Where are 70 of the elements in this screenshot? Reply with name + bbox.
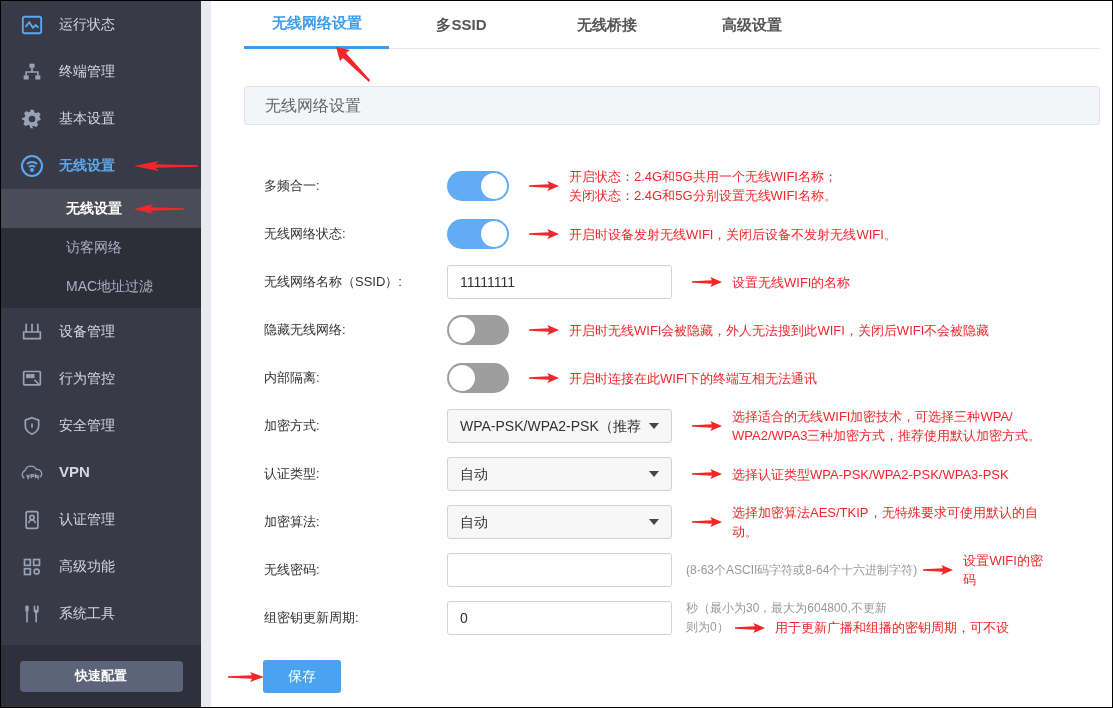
annotation-text: 选择加密算法AES/TKIP，无特殊要求可使用默认的自 动。 xyxy=(732,504,1038,541)
field-label: 组密钥更新周期: xyxy=(263,609,360,628)
field-label: 无线密码: xyxy=(263,561,321,580)
field-label: 多频合一: xyxy=(263,177,321,196)
tab[interactable]: 高级设置 xyxy=(679,1,824,49)
arrow-icon xyxy=(529,229,559,239)
caret-icon xyxy=(649,471,659,477)
arrow-icon xyxy=(529,181,559,191)
arrow-icon xyxy=(923,565,954,575)
sidebar-item[interactable]: 终端管理 xyxy=(1,48,201,95)
arrow-icon xyxy=(692,469,722,479)
sidebar-item[interactable]: 行为管控 xyxy=(1,355,201,402)
dropdown[interactable]: 自动 xyxy=(447,505,672,539)
annotation-text: 设置无线WIFI的名称 xyxy=(732,273,851,292)
screen-pointer-icon xyxy=(20,368,44,389)
text-field[interactable] xyxy=(447,553,672,587)
dropdown[interactable]: WPA-PSK/WPA2-PSK（推荐 xyxy=(447,409,672,443)
annotation-text: 开启状态：2.4G和5G共用一个无线WIFI名称； 关闭状态：2.4G和5G分别设置无线WIFI名称。 xyxy=(569,168,837,205)
hint-text: (8-63个ASCII码字符或8-64个十六进制字符) xyxy=(686,561,918,579)
sidebar-item[interactable]: 系统工具 xyxy=(1,590,201,637)
quick-setup-button[interactable]: 快速配置 xyxy=(19,660,183,692)
field-label: 内部隔离: xyxy=(263,369,321,388)
hint-text: 则为0） xyxy=(686,619,729,636)
toggle-switch[interactable] xyxy=(447,315,509,345)
sidebar-item[interactable]: 认证管理 xyxy=(1,496,201,543)
arrow-icon xyxy=(692,421,722,431)
annotation-text: 设置WIFI的密 码 xyxy=(963,552,1043,589)
toggle-switch[interactable] xyxy=(447,363,509,393)
sidebar-item[interactable]: 高级功能 xyxy=(1,543,201,590)
wifi-icon xyxy=(20,153,44,178)
arrow-icon xyxy=(529,373,559,383)
settings-icon xyxy=(20,108,44,129)
tab[interactable]: 无线桥接 xyxy=(534,1,679,49)
submenu-item[interactable]: 无线设置 xyxy=(1,189,201,228)
field-label: 加密算法: xyxy=(263,513,321,532)
field-label: 认证类型: xyxy=(263,465,321,484)
text-field[interactable]: 0 xyxy=(447,601,672,635)
hint-text: 秒（最小为30，最大为604800,不更新 xyxy=(686,600,887,617)
section-header: 无线网络设置 xyxy=(244,86,1100,125)
annotation-text: 开启时连接在此WIFI下的终端互相无法通讯 xyxy=(569,369,818,388)
arrow-icon xyxy=(734,622,765,633)
field-label: 加密方式: xyxy=(263,417,321,436)
annotation-text: 开启时设备发射无线WIFI，关闭后设备不发射无线WIFI。 xyxy=(569,225,897,244)
sidebar-item[interactable]: 运行状态 xyxy=(1,1,201,48)
field-label: 无线网络名称（SSID）: xyxy=(263,273,403,292)
sidebar-item[interactable]: VPN xyxy=(1,449,201,496)
monitor-chart-icon xyxy=(20,13,44,36)
field-label: 无线网络状态: xyxy=(263,225,347,244)
arrow-icon xyxy=(529,325,559,335)
tab[interactable]: 多SSID xyxy=(389,1,534,49)
submenu-item[interactable]: MAC地址过滤 xyxy=(1,267,201,306)
sidebar-item[interactable]: 安全管理 xyxy=(1,402,201,449)
text-field[interactable]: 11111111 xyxy=(447,265,672,299)
annotation-text: 选择认证类型WPA-PSK/WPA2-PSK/WPA3-PSK xyxy=(732,465,1009,484)
submenu-item[interactable]: 访客网络 xyxy=(1,228,201,267)
sidebar-item[interactable]: 设备管理 xyxy=(1,308,201,355)
sidebar-item[interactable]: 无线设置 xyxy=(1,142,201,189)
annotation-text: 选择适合的无线WIFI加密技术，可选择三种WPA/ WPA2/WPA3三种加密方式，推荐使用默认加密方式。 xyxy=(732,408,1042,445)
caret-icon xyxy=(649,423,659,429)
annotation-text: 开启时无线WIFI会被隐藏，外人无法搜到此WIFI，关闭后WIFI不会被隐藏 xyxy=(569,321,990,340)
sidebar-item[interactable]: 基本设置 xyxy=(1,95,201,142)
router-icon xyxy=(20,321,44,342)
toggle-switch[interactable] xyxy=(447,219,509,249)
toggle-switch[interactable] xyxy=(447,171,509,201)
dropdown[interactable]: 自动 xyxy=(447,457,672,491)
arrow-icon xyxy=(692,517,722,527)
arrow-icon xyxy=(692,277,722,287)
annotation-text: 用于更新广播和组播的密钥周期，可不设 xyxy=(774,619,1009,637)
caret-icon xyxy=(649,519,659,525)
field-label: 隐藏无线网络: xyxy=(263,321,347,340)
